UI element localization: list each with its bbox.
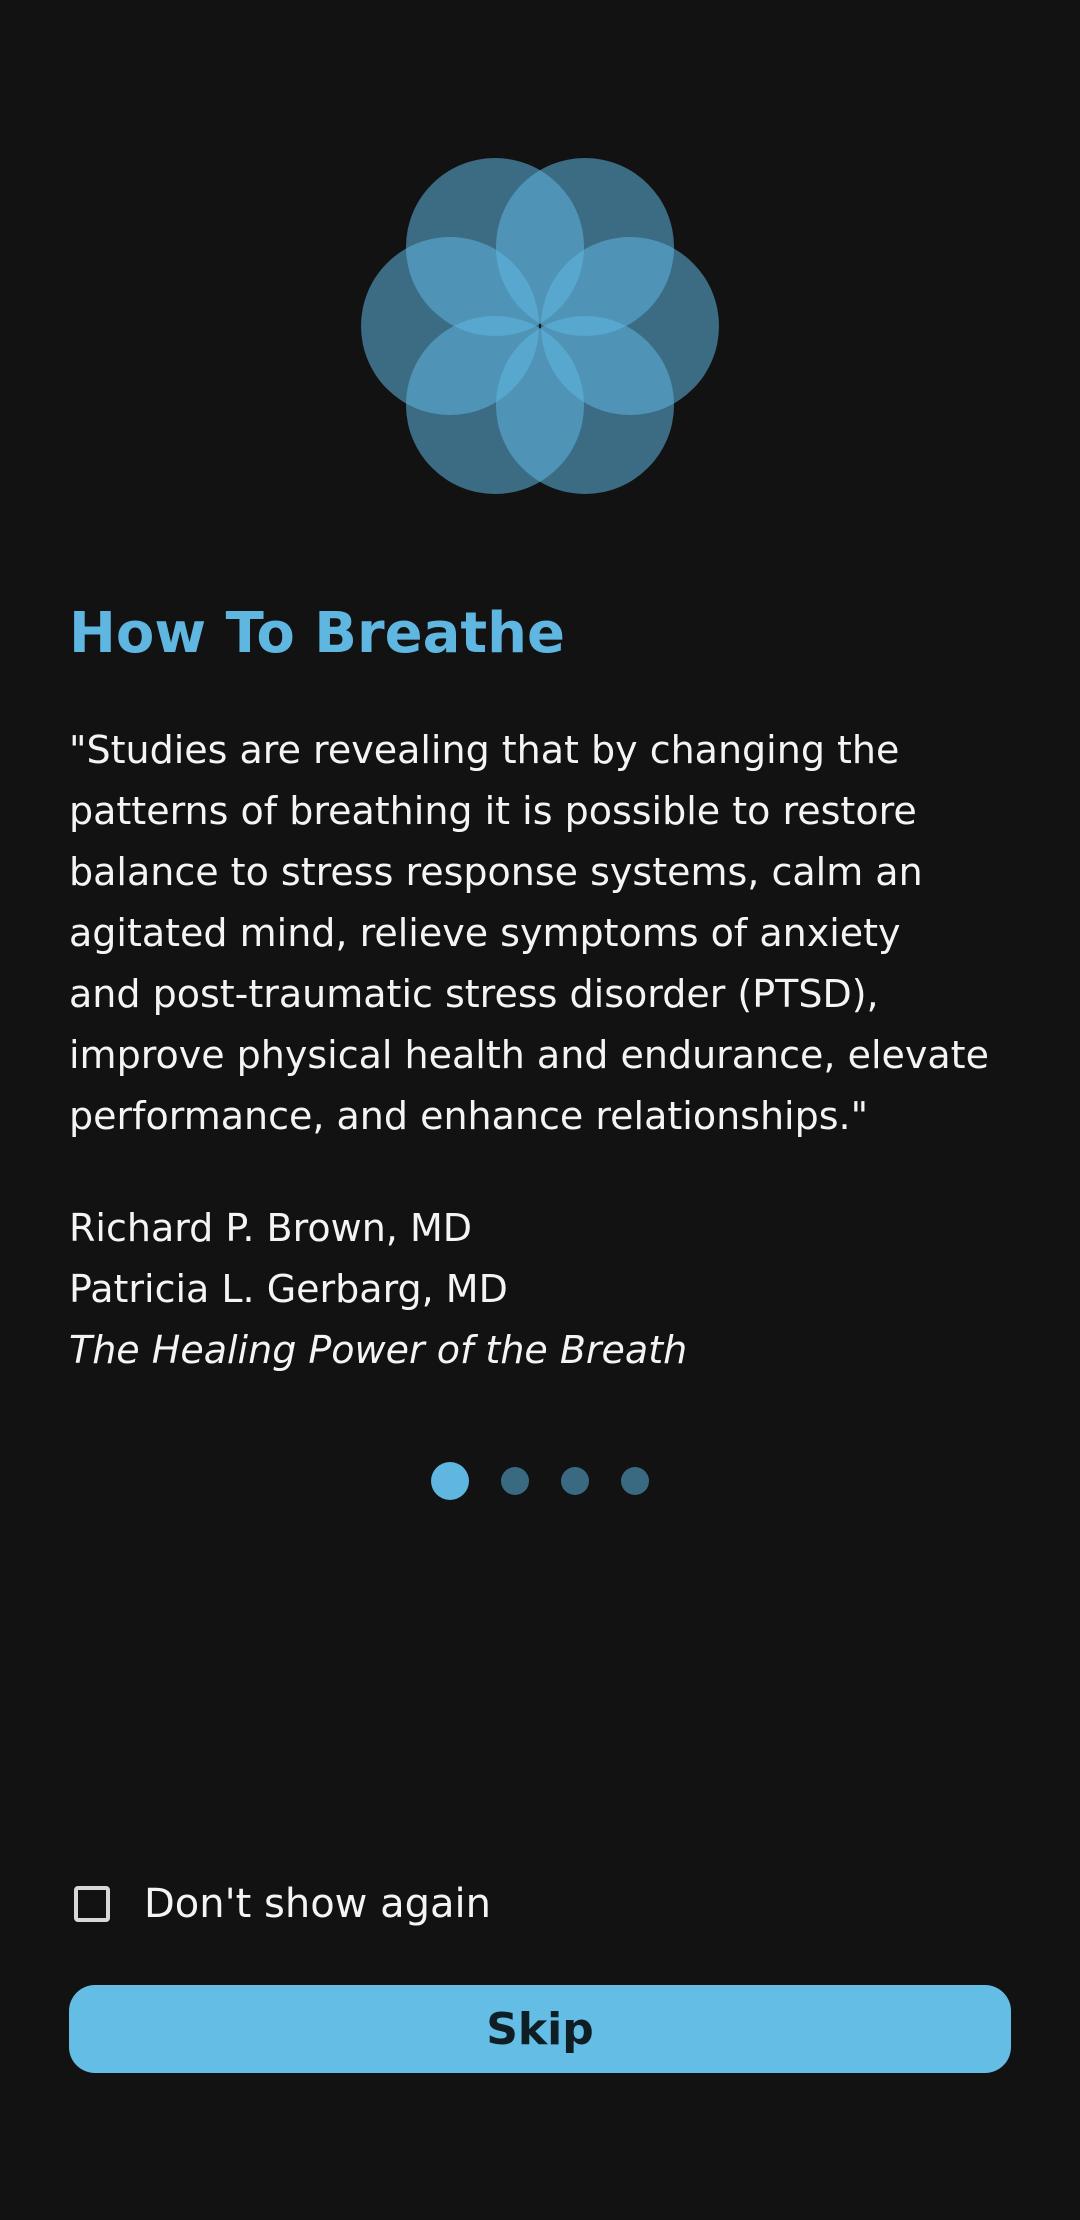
breathing-quote: "Studies are revealing that by changing … — [69, 728, 989, 1138]
page-title: How To Breathe — [69, 601, 565, 666]
page-dot[interactable] — [621, 1467, 649, 1495]
page-indicator — [0, 1461, 1080, 1501]
book-title: The Healing Power of the Breath — [69, 1328, 688, 1372]
quote-attribution: Richard P. Brown, MD Patricia L. Gerbarg… — [69, 1198, 1029, 1381]
skip-button[interactable]: Skip — [69, 1985, 1011, 2073]
page-dot[interactable] — [501, 1467, 529, 1495]
dont-show-again-checkbox[interactable] — [74, 1886, 110, 1922]
dont-show-again-label: Don't show again — [144, 1881, 491, 1927]
author-name: Patricia L. Gerbarg, MD — [69, 1267, 508, 1311]
page-dot[interactable] — [561, 1467, 589, 1495]
flower-of-life-logo-icon — [361, 158, 719, 494]
logo-petal — [496, 316, 674, 494]
page-dot-active[interactable] — [431, 1462, 469, 1500]
author-name: Richard P. Brown, MD — [69, 1206, 473, 1250]
dont-show-again-toggle[interactable]: Don't show again — [74, 1876, 491, 1932]
